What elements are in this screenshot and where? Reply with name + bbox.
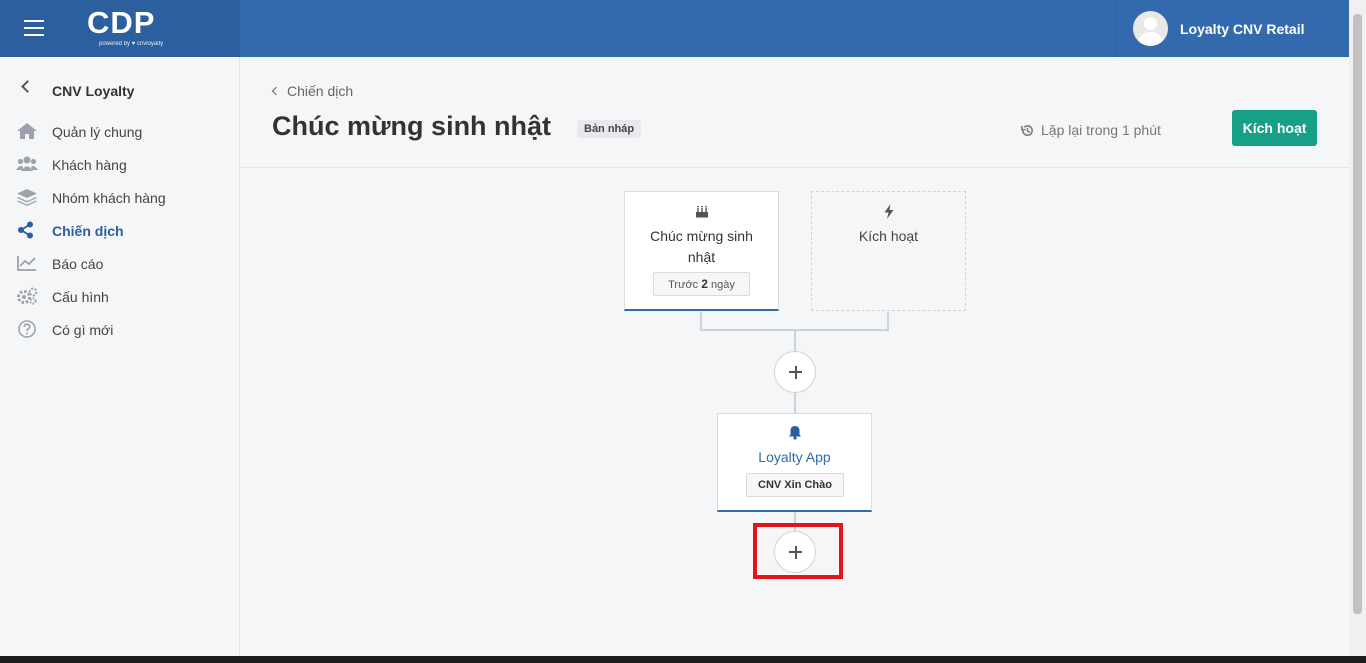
- chip-value: 2: [701, 277, 708, 291]
- main-content: Chiến dịch Chúc mừng sinh nhật Bản nháp …: [240, 57, 1349, 656]
- gears-icon: [17, 287, 38, 305]
- connector-line: [794, 393, 796, 413]
- lightning-bolt-icon: [884, 204, 894, 219]
- trigger-node-birthday[interactable]: Chúc mừng sinh nhật Trước 2 ngày: [624, 191, 779, 311]
- placeholder-node-title: Kích hoạt: [858, 228, 919, 244]
- trigger-timing-chip: Trước 2 ngày: [653, 272, 750, 296]
- breadcrumb-label: Chiến dịch: [287, 83, 354, 99]
- action-node-title: Loyalty App: [758, 449, 831, 465]
- user-menu[interactable]: Loyalty CNV Retail: [1115, 0, 1349, 57]
- line-chart-icon: [17, 256, 36, 271]
- users-icon: [16, 156, 38, 171]
- action-template-chip: CNV Xin Chào: [746, 473, 844, 497]
- header-divider: [240, 167, 1349, 168]
- sidebar-back-link[interactable]: CNV Loyalty: [20, 80, 220, 100]
- user-name: Loyalty CNV Retail: [1180, 21, 1305, 37]
- sidebar-item-label: Cấu hình: [52, 289, 109, 305]
- sidebar: CNV Loyalty Quản lý chung Khách hàng Nhó…: [0, 57, 240, 656]
- chevron-left-icon: [271, 86, 281, 96]
- sidebar-item-label: Khách hàng: [52, 157, 127, 173]
- scrollbar-thumb[interactable]: [1353, 14, 1362, 614]
- action-node-loyalty-app[interactable]: Loyalty App CNV Xin Chào: [717, 413, 872, 512]
- hamburger-menu-icon[interactable]: [24, 20, 44, 36]
- chevron-left-icon: [21, 80, 34, 93]
- help-circle-icon: [18, 320, 36, 338]
- home-icon: [17, 123, 37, 139]
- sidebar-item-customer-groups[interactable]: Nhóm khách hàng: [16, 186, 231, 210]
- add-step-button[interactable]: [774, 351, 816, 393]
- history-icon: [1021, 125, 1033, 136]
- brand-block: CDP powered by ♥ cnvloyalty: [0, 0, 240, 57]
- status-badge: Bản nháp: [577, 120, 642, 138]
- sidebar-item-label: Quản lý chung: [52, 124, 143, 140]
- share-icon: [18, 221, 33, 239]
- sidebar-item-reports[interactable]: Báo cáo: [16, 252, 231, 276]
- sidebar-item-settings[interactable]: Cấu hình: [16, 285, 231, 309]
- page-title: Chúc mừng sinh nhật: [272, 111, 552, 141]
- activate-button[interactable]: Kích hoạt: [1232, 110, 1317, 146]
- node-title-line2: nhật: [687, 249, 716, 265]
- taskbar-strip: [0, 656, 1366, 663]
- sidebar-item-overview[interactable]: Quản lý chung: [16, 120, 231, 144]
- logo-text: CDP: [87, 5, 156, 40]
- sidebar-item-campaigns[interactable]: Chiến dịch: [16, 219, 231, 243]
- chip-suffix: ngày: [711, 279, 735, 291]
- repeat-text: Lặp lại trong 1 phút: [1041, 122, 1161, 138]
- sidebar-item-label: Chiến dịch: [52, 223, 124, 239]
- cdp-logo[interactable]: CDP powered by ♥ cnvloyalty: [87, 6, 177, 54]
- birthday-cake-icon: [695, 205, 708, 218]
- bell-icon: [788, 426, 801, 440]
- connector-line: [700, 312, 702, 330]
- sidebar-item-customers[interactable]: Khách hàng: [16, 153, 231, 177]
- repeat-schedule[interactable]: Lặp lại trong 1 phút: [1020, 122, 1161, 138]
- trigger-node-placeholder[interactable]: Kích hoạt: [811, 191, 966, 311]
- avatar: [1133, 11, 1168, 46]
- logo-subtext: powered by ♥ cnvloyalty: [99, 41, 164, 47]
- page-scrollbar[interactable]: [1349, 0, 1366, 656]
- sidebar-item-label: Báo cáo: [52, 256, 104, 272]
- top-bar: CDP powered by ♥ cnvloyalty Loyalty CNV …: [0, 0, 1349, 57]
- connector-line: [887, 312, 889, 330]
- sidebar-item-label: Có gì mới: [52, 322, 114, 338]
- add-step-button-bottom[interactable]: [774, 531, 816, 573]
- breadcrumb[interactable]: Chiến dịch: [271, 83, 354, 99]
- sidebar-item-whats-new[interactable]: Có gì mới: [16, 318, 231, 342]
- sidebar-back-label: CNV Loyalty: [52, 83, 135, 99]
- sidebar-item-label: Nhóm khách hàng: [52, 190, 166, 206]
- chip-prefix: Trước: [668, 279, 699, 291]
- layers-icon: [17, 189, 37, 206]
- node-title-line1: Chúc mừng sinh: [650, 228, 753, 244]
